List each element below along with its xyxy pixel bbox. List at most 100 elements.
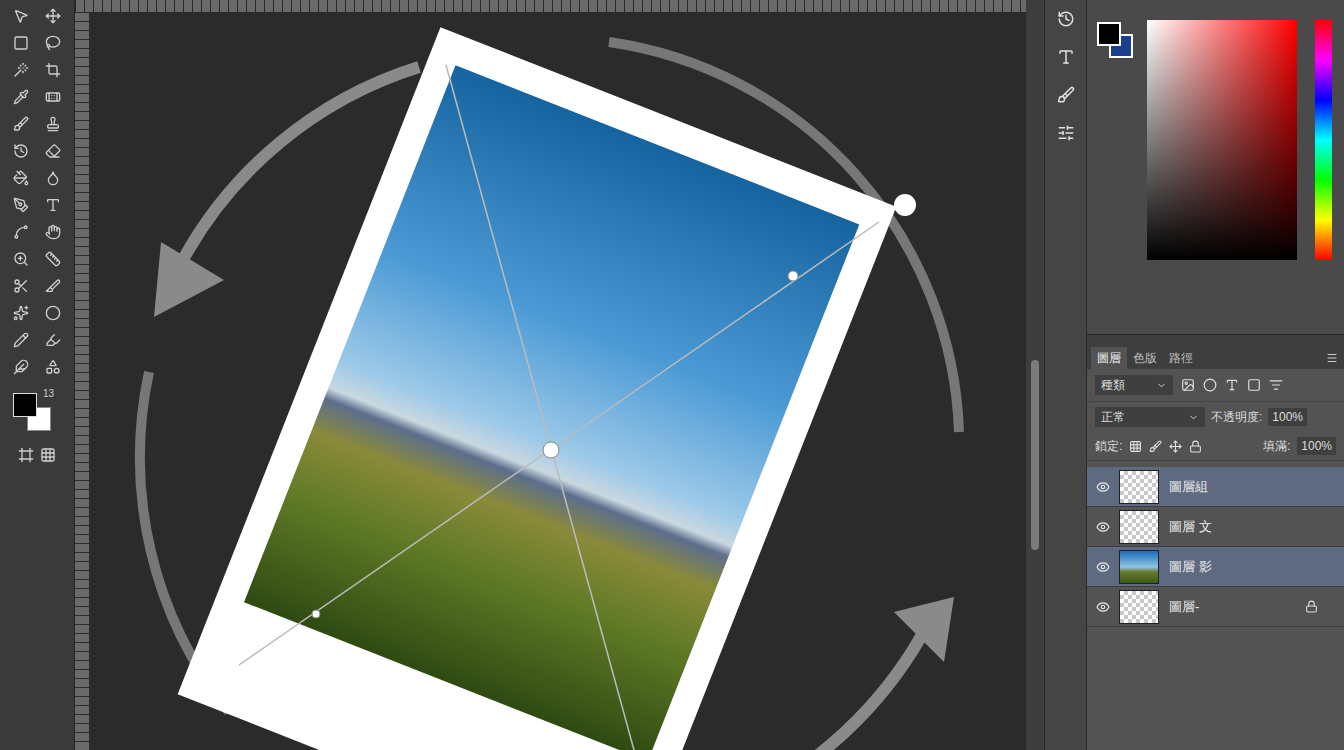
layer-name: 圖層 影 (1169, 557, 1212, 577)
eye-icon[interactable] (1096, 560, 1110, 574)
tool-button[interactable] (10, 330, 32, 350)
tool-icon (45, 143, 61, 159)
eye-icon[interactable] (1096, 480, 1110, 494)
filter-icon[interactable] (1203, 378, 1217, 392)
lock-icon[interactable] (1189, 440, 1202, 453)
tool-icon (45, 278, 61, 294)
layer-row[interactable]: 圖層組 (1087, 467, 1344, 507)
document-area (75, 0, 1026, 750)
scrollbar-thumb[interactable] (1031, 360, 1039, 550)
layer-row[interactable]: 圖層- (1087, 587, 1344, 627)
tool-button[interactable] (42, 303, 64, 323)
dock-button[interactable] (1052, 44, 1080, 70)
color-swatches[interactable]: 13 (7, 389, 67, 437)
tool-button[interactable] (42, 114, 64, 134)
tool-button[interactable] (10, 141, 32, 161)
tool-grid (10, 6, 64, 377)
filter-icon[interactable] (1181, 378, 1195, 392)
tool-button[interactable] (42, 357, 64, 377)
tool-icon (45, 62, 61, 78)
lock-icon (1305, 600, 1318, 613)
panel-tabs: 圖層色版路徑 (1087, 345, 1344, 369)
tool-button[interactable] (10, 33, 32, 53)
foreground-swatch[interactable] (1097, 22, 1121, 46)
filter-icon[interactable] (1225, 378, 1239, 392)
tool-button[interactable] (42, 141, 64, 161)
tool-icon (45, 305, 61, 321)
tool-button[interactable] (10, 357, 32, 377)
filter-icon[interactable] (1269, 378, 1283, 392)
fill-label: 填滿: (1263, 437, 1290, 455)
dock-icon (1057, 86, 1075, 104)
filter-row: 種類 (1087, 369, 1344, 402)
foreground-swatch[interactable] (13, 393, 37, 417)
panel-tab[interactable]: 圖層 (1091, 347, 1127, 369)
layer-name: 圖層組 (1169, 477, 1208, 497)
tool-button[interactable] (42, 168, 64, 188)
tool-icon (45, 359, 61, 375)
tool-button[interactable] (42, 195, 64, 215)
tool-button[interactable] (10, 249, 32, 269)
fill-field[interactable]: 100% (1297, 437, 1336, 455)
panel-menu-icon[interactable] (1326, 352, 1338, 364)
tool-icon (13, 197, 29, 213)
dock-button[interactable] (1052, 6, 1080, 32)
dock-button[interactable] (1052, 120, 1080, 146)
tool-button[interactable] (10, 222, 32, 242)
left-ruler (75, 12, 89, 750)
panel-tab[interactable]: 色版 (1127, 347, 1163, 369)
opacity-label: 不透明度: (1211, 408, 1262, 426)
filter-icon[interactable] (1247, 378, 1261, 392)
scrollbar[interactable] (1026, 0, 1044, 750)
tool-button[interactable] (42, 222, 64, 242)
eye-icon[interactable] (1096, 520, 1110, 534)
tool-button[interactable] (10, 114, 32, 134)
tool-button[interactable] (42, 276, 64, 296)
tools-panel: 13 (0, 0, 75, 750)
tool-icon (13, 8, 29, 24)
tool-button[interactable] (42, 33, 64, 53)
tool-icon (45, 116, 61, 132)
eye-icon[interactable] (1096, 600, 1110, 614)
color-swatches[interactable] (1095, 20, 1137, 64)
swatch-label: 13 (43, 389, 54, 399)
lock-icon[interactable] (1169, 440, 1182, 453)
filter-dropdown[interactable]: 種類 (1095, 375, 1173, 395)
layer-row[interactable]: 圖層 影 (1087, 547, 1344, 587)
tool-icon (13, 62, 29, 78)
color-panel (1087, 0, 1344, 335)
blend-mode-dropdown[interactable]: 正常 (1095, 407, 1205, 427)
quick-mask-button[interactable] (18, 447, 56, 463)
lock-row: 鎖定:填滿:100% (1087, 432, 1344, 461)
lock-icon[interactable] (1129, 440, 1142, 453)
layer-thumbnail (1119, 550, 1159, 584)
panel-tab[interactable]: 路徑 (1163, 347, 1199, 369)
layer-thumbnail (1119, 470, 1159, 504)
blend-row: 正常不透明度: 100% (1087, 402, 1344, 432)
tool-icon (13, 278, 29, 294)
tool-button[interactable] (42, 6, 64, 26)
tool-button[interactable] (10, 195, 32, 215)
color-field[interactable] (1147, 20, 1297, 260)
tool-button[interactable] (10, 303, 32, 323)
tool-button[interactable] (42, 249, 64, 269)
tool-button[interactable] (10, 276, 32, 296)
photoshop-window: 13圖層色版路徑種類正常不透明度:100%鎖定:填滿:100%圖層組圖層 文圖層… (0, 0, 1344, 750)
tool-button[interactable] (42, 330, 64, 350)
canvas[interactable] (89, 12, 1026, 750)
hue-slider[interactable] (1315, 20, 1332, 260)
opacity-field[interactable]: 100% (1268, 408, 1307, 426)
tool-button[interactable] (42, 87, 64, 107)
tool-button[interactable] (10, 87, 32, 107)
tool-button[interactable] (10, 60, 32, 80)
tool-button[interactable] (10, 6, 32, 26)
dock-icon (1057, 10, 1075, 28)
lock-icon[interactable] (1149, 440, 1162, 453)
layer-thumbnail (1119, 510, 1159, 544)
dock-button[interactable] (1052, 82, 1080, 108)
tool-button[interactable] (10, 168, 32, 188)
tool-icon (45, 224, 61, 240)
tool-icon (13, 89, 29, 105)
layer-row[interactable]: 圖層 文 (1087, 507, 1344, 547)
tool-button[interactable] (42, 60, 64, 80)
